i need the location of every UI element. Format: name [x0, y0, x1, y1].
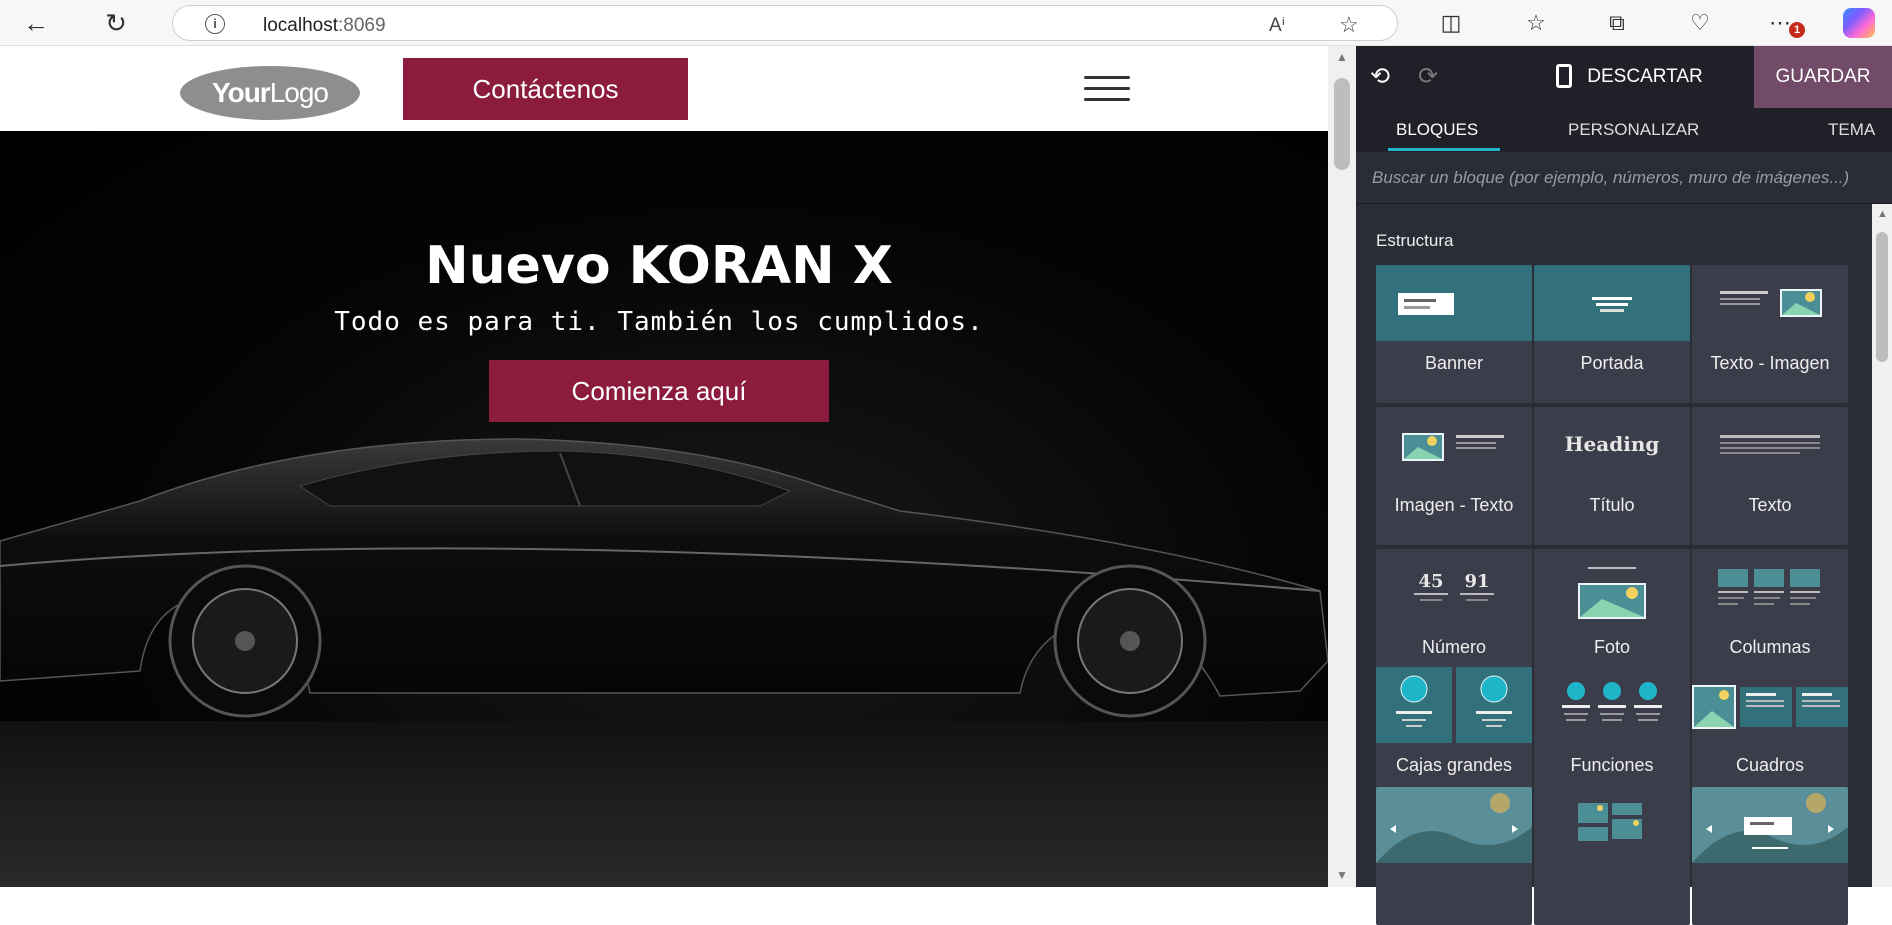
split-screen-icon[interactable]: ◫ — [1436, 9, 1466, 37]
save-button[interactable]: GUARDAR — [1754, 46, 1892, 108]
panel-scrollbar[interactable]: ▲ — [1872, 204, 1892, 887]
block-search-input[interactable] — [1372, 164, 1868, 192]
panel-scrollbar-thumb[interactable] — [1876, 232, 1888, 362]
slider-icon — [1692, 787, 1848, 863]
hero-section[interactable]: Nuevo KORAN X Todo es para ti. También l… — [0, 131, 1328, 887]
undo-icon[interactable]: ⟲ — [1370, 62, 1390, 91]
contact-button[interactable]: Contáctenos — [403, 58, 688, 120]
block-search — [1356, 152, 1892, 204]
favorite-star-icon[interactable]: ☆ — [1339, 12, 1359, 38]
tab-personalizar[interactable]: PERSONALIZAR — [1568, 120, 1699, 140]
back-icon[interactable]: ← — [20, 7, 52, 39]
redo-icon[interactable]: ⟳ — [1418, 62, 1438, 91]
scroll-up-icon[interactable]: ▲ — [1336, 50, 1348, 64]
heading-icon: Heading — [1534, 407, 1690, 483]
block-slider[interactable] — [1692, 787, 1848, 925]
notification-badge: 1 — [1789, 22, 1805, 38]
hero-title: Nuevo KORAN X — [425, 236, 893, 296]
block-banner[interactable]: Banner — [1376, 265, 1532, 403]
website-preview: YourLogo Contáctenos Nuevo KORAN X Todo … — [0, 46, 1328, 887]
text-icon — [1692, 407, 1848, 483]
tab-tema[interactable]: TEMA — [1828, 120, 1875, 140]
image-text-icon — [1376, 407, 1532, 483]
image-wall-icon — [1534, 787, 1690, 863]
hamburger-menu-icon[interactable] — [1084, 76, 1130, 102]
numbers-icon: 45 91 — [1376, 549, 1532, 625]
editor-toolbar: ⟲ ⟳ DESCARTAR GUARDAR — [1356, 46, 1892, 108]
block-title[interactable]: Heading Título — [1534, 407, 1690, 545]
read-aloud-icon[interactable]: Aⁱ — [1269, 14, 1285, 37]
block-image-text[interactable]: Imagen - Texto — [1376, 407, 1532, 545]
hero-subtitle: Todo es para ti. También los cumplidos. — [334, 307, 984, 337]
mobile-preview-icon[interactable] — [1556, 64, 1572, 88]
block-text[interactable]: Texto — [1692, 407, 1848, 545]
active-tab-indicator — [1388, 148, 1500, 151]
carousel-icon — [1376, 787, 1532, 863]
panel-scroll-up-icon[interactable]: ▲ — [1877, 208, 1888, 220]
big-boxes-icon — [1376, 667, 1532, 743]
block-features[interactable]: Funciones — [1534, 667, 1690, 805]
svg-text:91: 91 — [1464, 571, 1489, 592]
block-image-wall[interactable] — [1534, 787, 1690, 925]
reload-icon[interactable]: ↻ — [100, 7, 132, 39]
collections-icon[interactable]: ⧉ — [1602, 9, 1632, 37]
section-label-structure: Estructura — [1376, 231, 1454, 250]
browser-essentials-icon[interactable]: ♡ — [1685, 9, 1715, 37]
copilot-icon[interactable] — [1843, 8, 1875, 38]
block-big-boxes[interactable]: Cajas grandes — [1376, 667, 1532, 805]
site-scrollbar[interactable]: ▲ ▼ — [1328, 46, 1356, 887]
banner-icon — [1376, 265, 1532, 341]
cover-icon — [1534, 265, 1690, 341]
block-text-image[interactable]: Texto - Imagen — [1692, 265, 1848, 403]
scrollbar-thumb[interactable] — [1334, 78, 1350, 170]
address-bar[interactable]: i localhost:8069 Aⁱ ☆ — [172, 5, 1398, 41]
svg-text:Heading: Heading — [1565, 432, 1660, 456]
site-logo[interactable]: YourLogo — [180, 66, 360, 120]
columns-icon — [1692, 549, 1848, 625]
site-header: YourLogo Contáctenos — [0, 46, 1328, 131]
editor-panel: ⟲ ⟳ DESCARTAR GUARDAR BLOQUES PERSONALIZ… — [1356, 46, 1892, 925]
features-icon — [1534, 667, 1690, 743]
hero-cta-button[interactable]: Comienza aquí — [489, 360, 829, 422]
block-masonry[interactable]: Cuadros — [1692, 667, 1848, 805]
editor-tabs: BLOQUES PERSONALIZAR TEMA — [1356, 108, 1892, 152]
picture-icon — [1534, 549, 1690, 625]
url-text[interactable]: localhost:8069 — [263, 15, 386, 37]
text-image-icon — [1692, 265, 1848, 341]
block-carousel[interactable] — [1376, 787, 1532, 925]
favorites-icon[interactable]: ☆ — [1521, 9, 1551, 37]
block-cover[interactable]: Portada — [1534, 265, 1690, 403]
discard-button[interactable]: DESCARTAR — [1580, 46, 1710, 108]
browser-toolbar: ← ↻ i localhost:8069 Aⁱ ☆ ◫ ☆ ⧉ ♡ ⋯ 1 — [0, 0, 1892, 46]
svg-text:45: 45 — [1418, 571, 1443, 592]
car-silhouette-image — [0, 438, 1328, 887]
masonry-icon — [1692, 667, 1848, 743]
scroll-down-icon[interactable]: ▼ — [1336, 868, 1348, 882]
tab-bloques[interactable]: BLOQUES — [1396, 120, 1478, 140]
site-info-icon[interactable]: i — [205, 14, 225, 34]
